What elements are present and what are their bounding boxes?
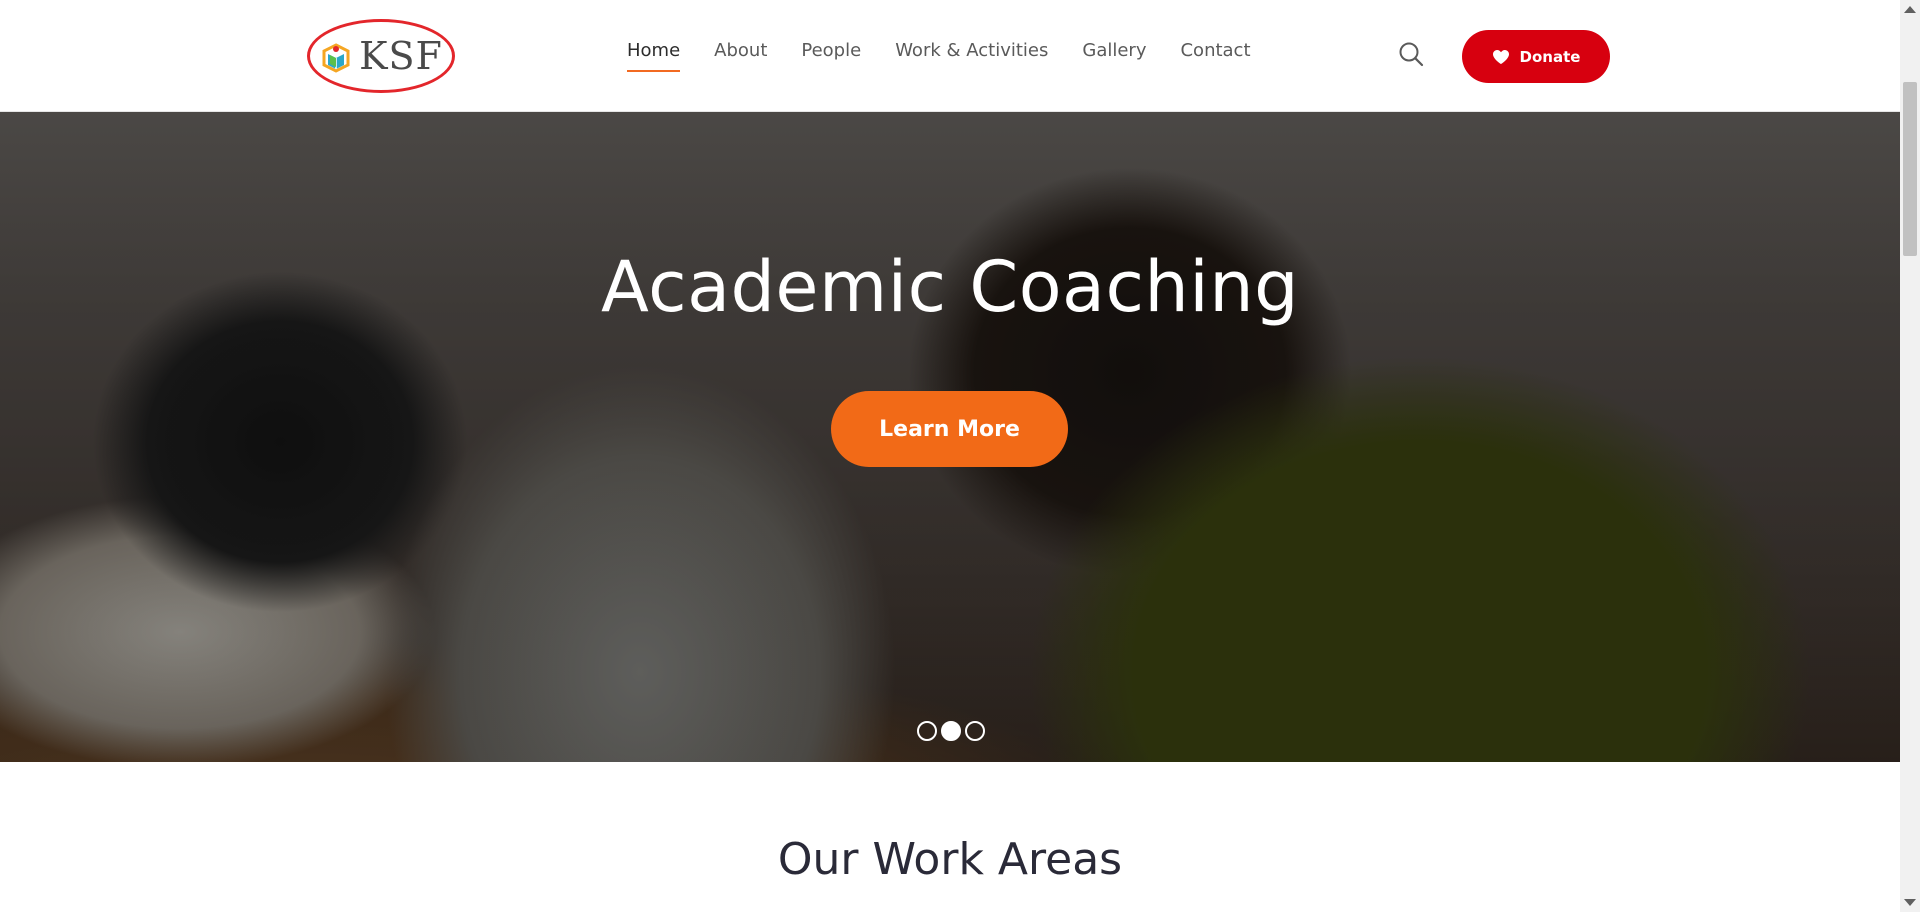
slider-dot-3[interactable] [965, 721, 985, 741]
scroll-up-arrow-icon[interactable] [1904, 6, 1916, 13]
nav-people[interactable]: People [801, 38, 861, 70]
main-nav: Home About People Work & Activities Gall… [627, 38, 1251, 72]
donate-label: Donate [1519, 47, 1581, 66]
scroll-down-arrow-icon[interactable] [1904, 899, 1916, 906]
site-logo[interactable]: KSF [307, 19, 455, 93]
search-icon [1399, 42, 1424, 67]
logo-text: KSF [359, 34, 443, 78]
learn-more-button[interactable]: Learn More [831, 391, 1068, 467]
nav-gallery[interactable]: Gallery [1082, 38, 1146, 70]
nav-work-activities[interactable]: Work & Activities [895, 38, 1048, 70]
hero-slider: Academic Coaching Learn More [0, 112, 1900, 762]
scrollbar-thumb[interactable] [1903, 82, 1917, 256]
hero-title: Academic Coaching [600, 246, 1300, 328]
donate-button[interactable]: Donate [1462, 30, 1610, 83]
book-logo-icon [322, 43, 350, 73]
site-header: KSF Home About People Work & Activities … [0, 0, 1900, 112]
search-button[interactable] [1397, 40, 1425, 68]
nav-about[interactable]: About [714, 38, 767, 70]
nav-contact[interactable]: Contact [1180, 38, 1250, 70]
slider-dot-2[interactable] [941, 721, 961, 741]
heart-icon [1492, 49, 1509, 64]
slider-dot-1[interactable] [917, 721, 937, 741]
section-title: Our Work Areas [777, 834, 1123, 885]
page-scrollbar[interactable] [1900, 0, 1920, 912]
slider-dots [917, 721, 985, 741]
nav-home[interactable]: Home [627, 38, 681, 72]
